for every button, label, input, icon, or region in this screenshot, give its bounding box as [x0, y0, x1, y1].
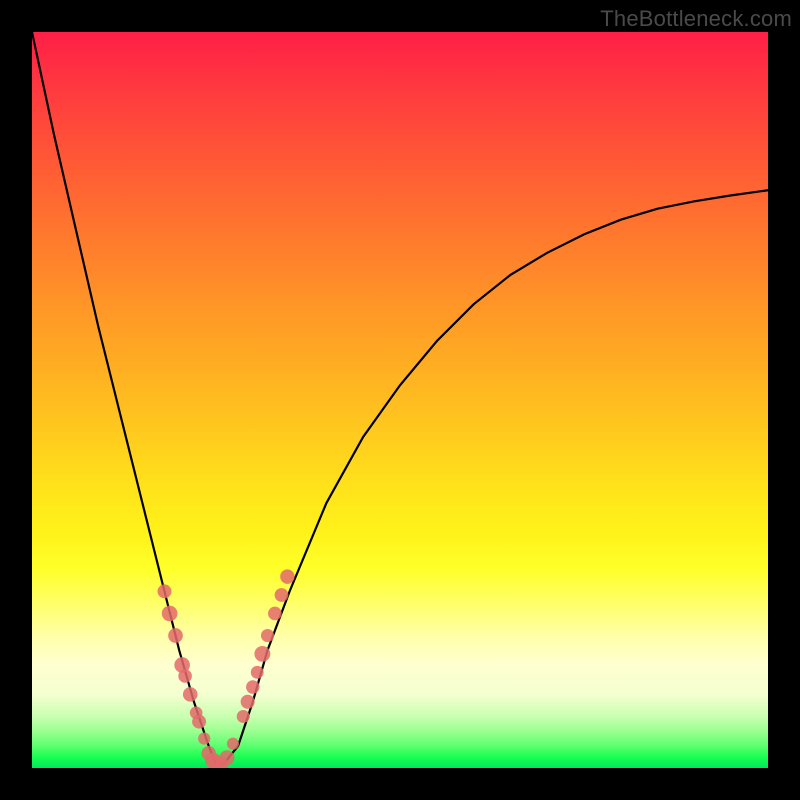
- data-point: [237, 710, 250, 723]
- data-point: [261, 629, 274, 642]
- data-point: [162, 606, 178, 622]
- data-point: [220, 750, 235, 765]
- data-point: [178, 669, 192, 683]
- data-point: [275, 588, 289, 602]
- data-point: [251, 666, 264, 679]
- data-point: [198, 732, 210, 744]
- data-point: [168, 628, 183, 643]
- data-point: [254, 646, 270, 662]
- data-point: [241, 695, 255, 709]
- data-point: [227, 738, 239, 750]
- data-point: [183, 687, 198, 702]
- data-point: [268, 607, 282, 621]
- points-layer: [32, 32, 768, 768]
- plot-area: [32, 32, 768, 768]
- data-point: [192, 715, 206, 729]
- chart-frame: TheBottleneck.com: [0, 0, 800, 800]
- data-point: [246, 680, 260, 694]
- watermark-text: TheBottleneck.com: [600, 6, 792, 32]
- data-point: [280, 569, 294, 583]
- data-point: [158, 584, 172, 598]
